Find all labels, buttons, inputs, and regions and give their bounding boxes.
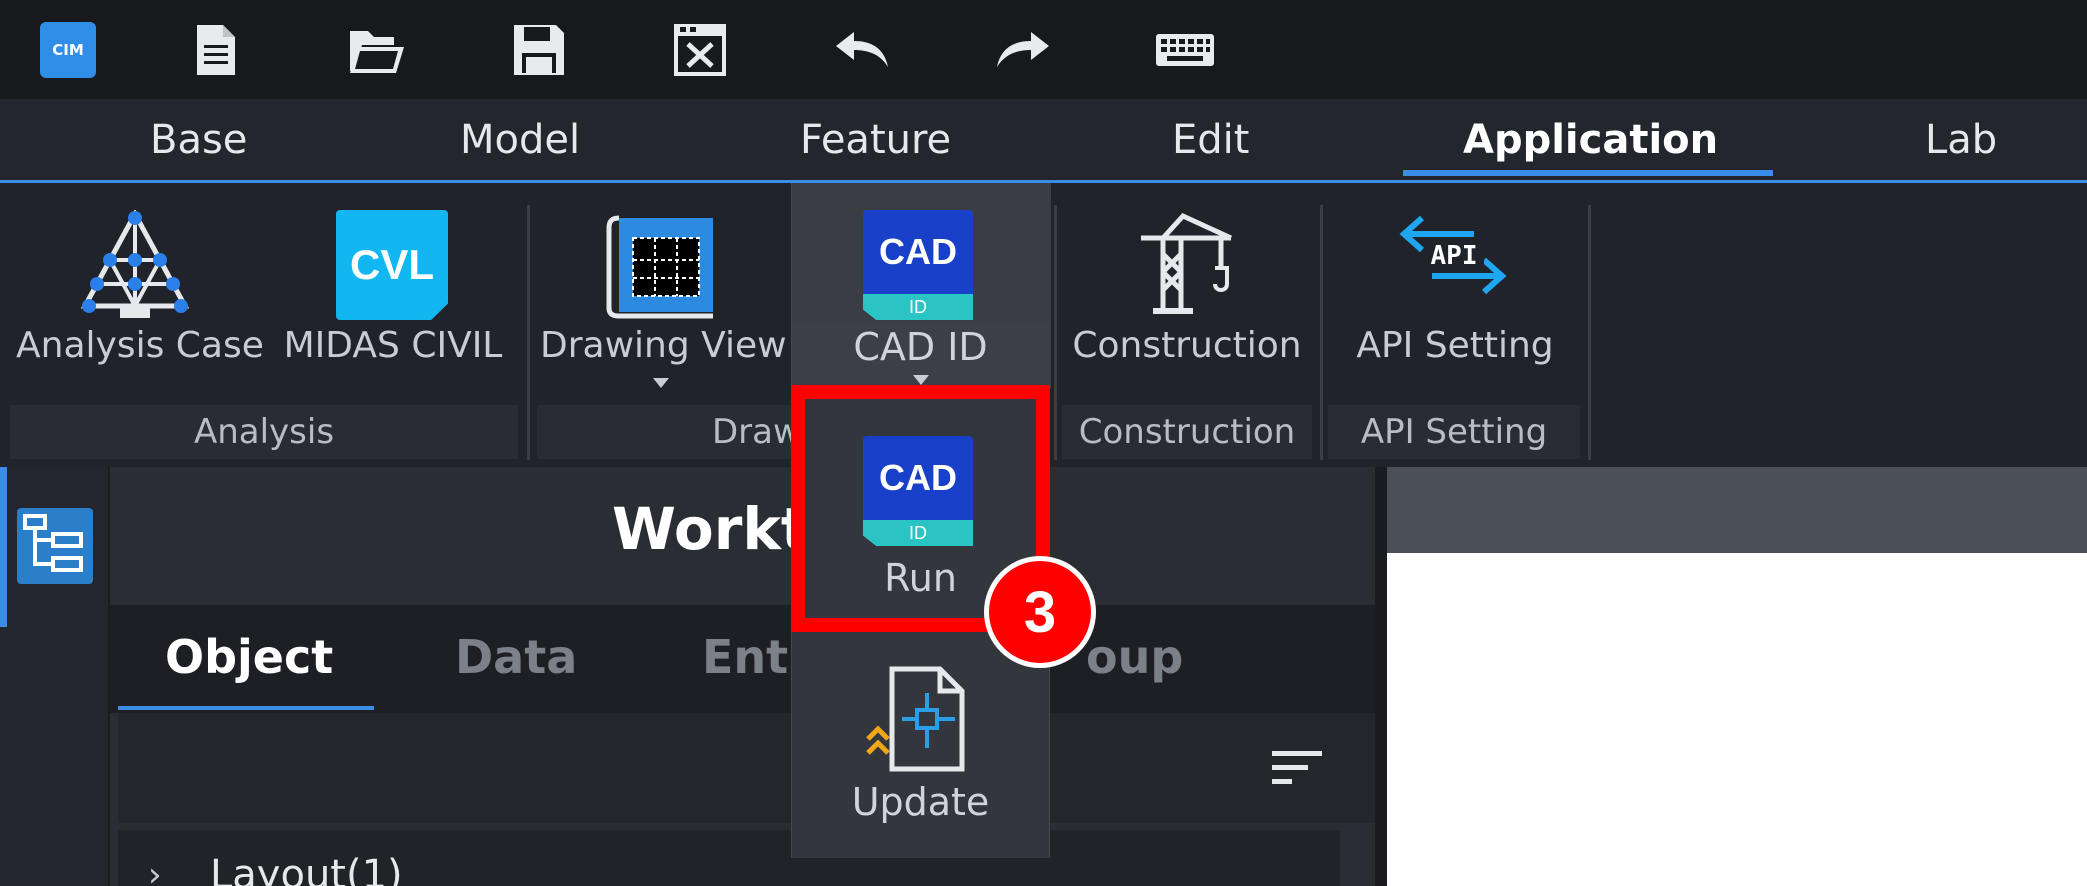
cad-id-dropdown-caret[interactable] xyxy=(913,375,929,385)
construction-label: Construction xyxy=(1072,325,1302,366)
api-setting-label: API Setting xyxy=(1356,325,1554,366)
keyboard-icon[interactable] xyxy=(1153,18,1217,82)
api-setting-button[interactable]: API xyxy=(1398,210,1508,304)
ribbon-separator xyxy=(527,205,530,460)
tab-edit[interactable]: Edit xyxy=(1172,117,1249,163)
api-icon-text: API xyxy=(1431,241,1478,271)
ribbon-tab-bar xyxy=(0,99,2087,183)
active-tab-indicator xyxy=(1403,170,1773,176)
save-icon[interactable] xyxy=(507,18,571,82)
worktree-active-tab-indicator xyxy=(118,706,374,710)
undo-icon[interactable] xyxy=(830,18,894,82)
truss-icon xyxy=(80,208,190,318)
new-file-icon[interactable] xyxy=(184,18,248,82)
cad-id-icon-top: CAD xyxy=(863,210,973,294)
api-icon: API xyxy=(1399,215,1507,295)
crane-icon xyxy=(1141,212,1233,314)
cad-id-label: CAD ID xyxy=(853,325,988,369)
tab-application[interactable]: Application xyxy=(1463,117,1718,163)
drawing-canvas[interactable] xyxy=(1387,553,2087,886)
panel-divider[interactable] xyxy=(1375,467,1387,886)
ribbon-separator xyxy=(1320,205,1323,460)
update-menu-item[interactable]: Update xyxy=(791,780,1050,824)
open-folder-icon[interactable] xyxy=(345,18,409,82)
group-label-api-setting: API Setting xyxy=(1360,412,1548,452)
app-logo-icon[interactable]: CIM xyxy=(40,22,96,78)
tab-model[interactable]: Model xyxy=(460,117,580,163)
cad-id-icon-bottom: ID xyxy=(863,294,973,320)
quick-access-bar: CIM xyxy=(0,0,2087,99)
ribbon-separator xyxy=(1054,205,1057,460)
update-icon[interactable] xyxy=(862,665,972,775)
midas-civil-label: MIDAS CIVIL xyxy=(283,325,503,366)
left-strip-accent xyxy=(0,467,7,627)
ribbon-separator xyxy=(1588,205,1591,460)
midas-civil-button[interactable]: CVL xyxy=(336,210,448,320)
expand-chevron-icon[interactable]: › xyxy=(148,855,162,886)
blueprint-icon xyxy=(606,215,713,319)
worktree-toolbar xyxy=(118,713,1375,823)
drawing-view-dropdown-caret[interactable] xyxy=(653,378,669,388)
group-label-analysis: Analysis xyxy=(193,412,335,452)
drawing-view-label: Drawing View xyxy=(540,325,787,366)
tab-data[interactable]: Data xyxy=(455,630,577,684)
analysis-case-label: Analysis Case xyxy=(16,325,264,366)
step-number-badge: 3 xyxy=(984,556,1096,668)
worktree-icon[interactable] xyxy=(17,508,93,584)
cvl-icon: CVL xyxy=(336,210,448,320)
close-file-icon[interactable] xyxy=(668,18,732,82)
construction-button[interactable] xyxy=(1133,210,1237,318)
list-item-layout[interactable]: Layout(1) xyxy=(210,852,403,886)
tab-entity[interactable]: Enti xyxy=(702,630,804,684)
tab-base[interactable]: Base xyxy=(150,117,247,163)
tab-object[interactable]: Object xyxy=(165,630,333,684)
drawing-view-button[interactable] xyxy=(605,210,717,324)
group-label-construction: Construction xyxy=(1078,412,1296,452)
redo-icon[interactable] xyxy=(991,18,1055,82)
tab-feature[interactable]: Feature xyxy=(800,117,951,163)
analysis-case-button[interactable] xyxy=(75,208,195,324)
tab-group[interactable]: oup xyxy=(1086,630,1183,684)
cad-id-icon: CAD ID xyxy=(863,210,973,320)
sort-icon[interactable] xyxy=(1270,745,1326,789)
view-header xyxy=(1387,467,2087,553)
tab-lab[interactable]: Lab xyxy=(1925,117,1997,163)
worktree-title: Workt xyxy=(612,495,809,563)
